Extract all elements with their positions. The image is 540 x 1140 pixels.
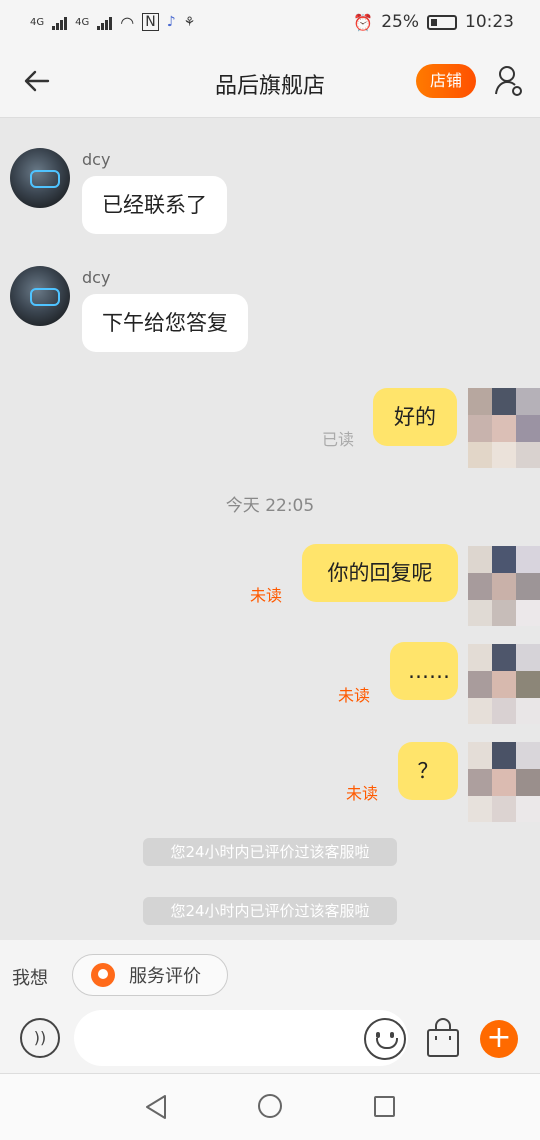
my-avatar[interactable] (468, 644, 540, 724)
signal-icon (52, 14, 68, 30)
network-label-1: 4G (30, 16, 45, 28)
avatar[interactable] (10, 266, 70, 326)
alarm-icon: ⏰ (353, 12, 374, 32)
read-status: 未读 (250, 586, 283, 605)
outgoing-message[interactable]: 你的回复呢 (302, 544, 458, 602)
time-divider: 今天 22:05 (225, 496, 315, 516)
nfc-icon: N (142, 13, 159, 31)
input-bar: )) + (0, 1002, 540, 1074)
service-rating-chip[interactable]: 服务评价 (72, 954, 228, 996)
status-left: 4G 4G ◠ N ♪ ⚘ (30, 13, 195, 32)
outgoing-message[interactable]: 好的 (373, 388, 457, 446)
chip-label: 服务评价 (129, 966, 201, 987)
emoji-icon[interactable] (364, 1018, 406, 1060)
chat-area[interactable]: dcy 已经联系了 dcy 下午给您答复 已读 好的 今天 22:05 未读 你… (0, 118, 540, 940)
system-notice: 您24小时内已评价过该客服啦 (143, 897, 397, 925)
my-avatar[interactable] (468, 388, 540, 468)
sender-name: dcy (82, 150, 111, 169)
avatar[interactable] (10, 148, 70, 208)
read-status: 已读 (322, 430, 355, 449)
profile-settings-icon[interactable] (494, 64, 524, 98)
app-notification-icon: ⚘ (183, 14, 196, 30)
quick-label: 我想 (12, 968, 48, 989)
read-status: 未读 (338, 686, 371, 705)
nav-recent-icon[interactable] (374, 1096, 395, 1117)
signal-icon-2 (97, 14, 113, 30)
message-input[interactable] (74, 1010, 408, 1066)
my-avatar[interactable] (468, 742, 540, 822)
incoming-message[interactable]: 已经联系了 (82, 176, 227, 234)
battery-icon (427, 14, 457, 30)
status-right: ⏰ 25% 10:23 (353, 12, 514, 32)
rating-icon (91, 963, 115, 987)
nav-back-icon[interactable] (144, 1094, 168, 1120)
outgoing-message[interactable]: ？ (398, 742, 458, 800)
quick-action-bar: 我想 服务评价 (0, 940, 540, 1002)
status-bar: 4G 4G ◠ N ♪ ⚘ ⏰ 25% 10:23 (0, 0, 540, 44)
my-avatar[interactable] (468, 546, 540, 626)
voice-input-icon[interactable]: )) (20, 1018, 60, 1058)
wifi-icon: ◠ (120, 12, 135, 32)
plus-icon[interactable]: + (480, 1020, 518, 1058)
store-button[interactable]: 店铺 (416, 64, 476, 98)
read-status: 未读 (346, 784, 379, 803)
outgoing-message[interactable]: …… (390, 642, 458, 700)
shopping-bag-icon[interactable] (426, 1018, 460, 1058)
battery-percent: 25% (381, 12, 419, 32)
system-nav-bar (0, 1074, 540, 1140)
chat-header: 品后旗舰店 店铺 (0, 44, 540, 118)
incoming-message[interactable]: 下午给您答复 (82, 294, 248, 352)
network-label-2: 4G (75, 16, 90, 28)
nav-home-icon[interactable] (258, 1094, 282, 1118)
system-notice: 您24小时内已评价过该客服啦 (143, 838, 397, 866)
sender-name: dcy (82, 268, 111, 287)
music-icon: ♪ (166, 14, 176, 30)
clock: 10:23 (465, 12, 514, 32)
